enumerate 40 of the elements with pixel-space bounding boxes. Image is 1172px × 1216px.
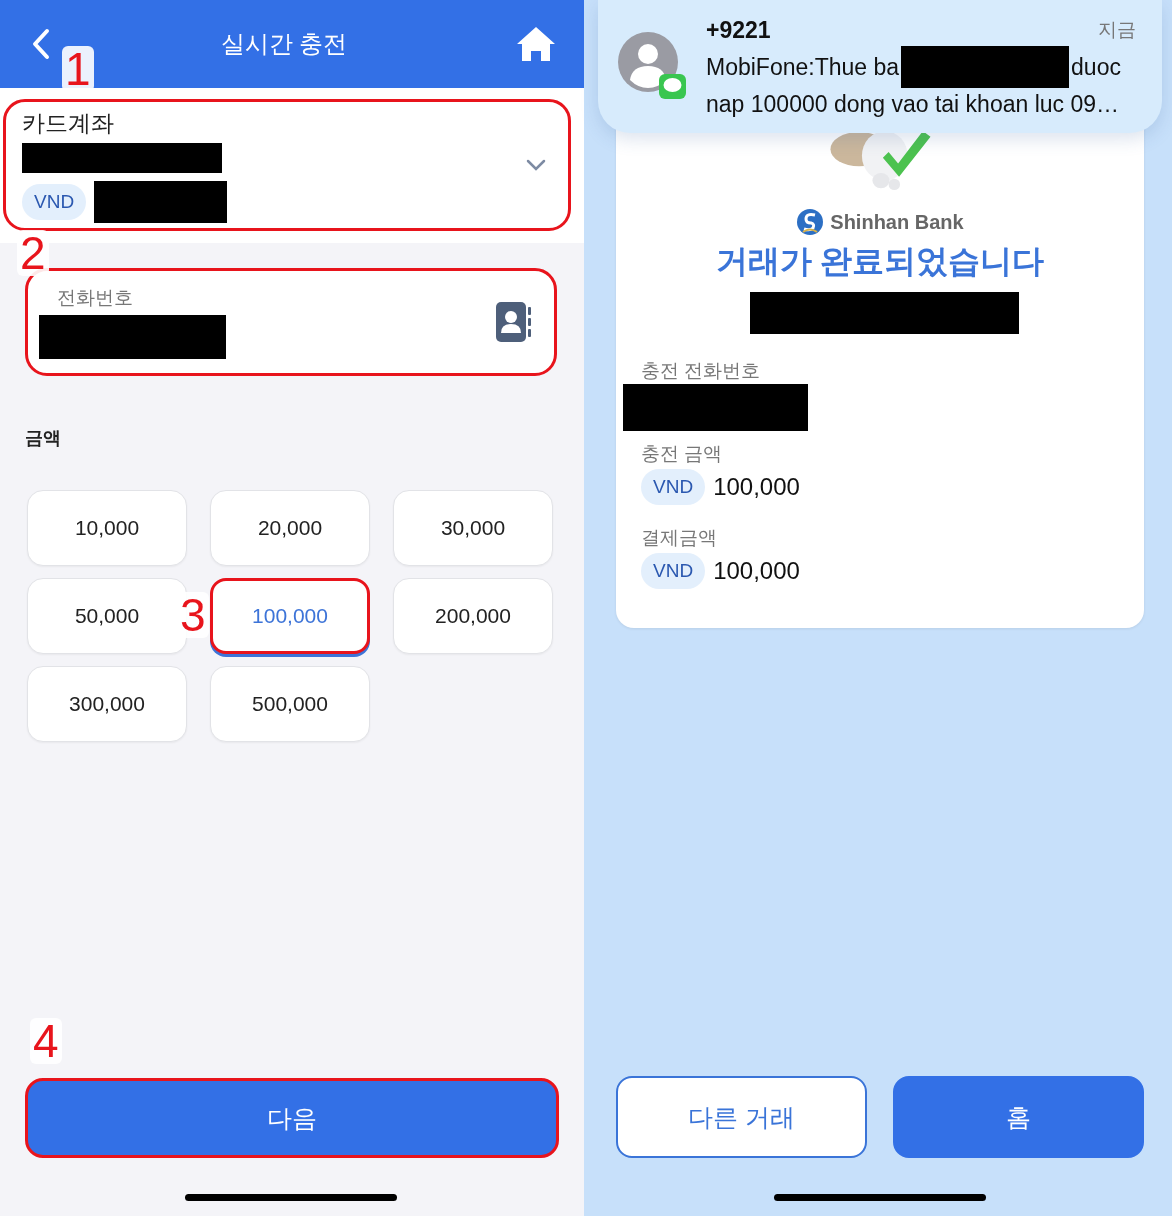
chevron-down-icon bbox=[526, 159, 546, 171]
amount-option[interactable]: 10,000 bbox=[27, 490, 187, 566]
sender-number: +9221 bbox=[706, 15, 771, 45]
detail-label: 충전 전화번호 bbox=[640, 359, 762, 383]
detail-label: 충전 금액 bbox=[640, 442, 724, 466]
amount-option[interactable]: 300,000 bbox=[27, 666, 187, 742]
contact-book-icon[interactable] bbox=[496, 302, 532, 342]
section-label: 금액 bbox=[25, 427, 62, 450]
account-type: 카드계좌 bbox=[22, 108, 115, 138]
currency-badge: VND bbox=[641, 553, 706, 589]
bank-logo-icon bbox=[796, 208, 825, 236]
account-selector[interactable]: 카드계좌 VND bbox=[3, 99, 571, 231]
message-text: duoc bbox=[1071, 52, 1121, 82]
next-button[interactable]: 다음 bbox=[25, 1078, 559, 1158]
annotation-number: 2 bbox=[17, 230, 49, 276]
field-label: 전화번호 bbox=[56, 286, 134, 310]
amount-option[interactable]: 200,000 bbox=[393, 578, 553, 654]
amount-value: 100,000 bbox=[713, 473, 800, 501]
header-title: 실시간 충전 bbox=[220, 29, 348, 59]
back-icon[interactable] bbox=[30, 28, 52, 60]
annotation-number: 4 bbox=[30, 1018, 62, 1064]
notification-time: 지금 bbox=[1098, 17, 1136, 42]
amount-option[interactable]: 30,000 bbox=[393, 490, 553, 566]
amount-option[interactable]: 100,000 bbox=[210, 578, 370, 654]
home-button[interactable]: 홈 bbox=[893, 1076, 1144, 1158]
amount-value: 100,000 bbox=[713, 557, 800, 585]
home-icon[interactable] bbox=[516, 26, 556, 62]
amount-option[interactable]: 20,000 bbox=[210, 490, 370, 566]
message-notification[interactable]: +9221 지금 MobiFone:Thue ba duoc nap 100000 dong vao tai khoan luc 09… bbox=[598, 0, 1162, 133]
currency-badge: VND bbox=[22, 183, 87, 220]
message-text: MobiFone:Thue ba bbox=[706, 52, 900, 82]
bank-name: Shinhan Bank bbox=[830, 210, 964, 234]
contact-avatar-icon bbox=[618, 31, 688, 102]
message-text: nap 100000 dong vao tai khoan luc 09… bbox=[706, 89, 1121, 119]
detail-label: 결제금액 bbox=[640, 526, 718, 550]
amount-option[interactable]: 500,000 bbox=[210, 666, 370, 742]
phone-number-field[interactable]: 전화번호 bbox=[25, 268, 557, 376]
other-transaction-button[interactable]: 다른 거래 bbox=[616, 1076, 867, 1158]
currency-badge: VND bbox=[641, 469, 706, 505]
completion-title: 거래가 완료되었습니다 bbox=[714, 242, 1046, 281]
